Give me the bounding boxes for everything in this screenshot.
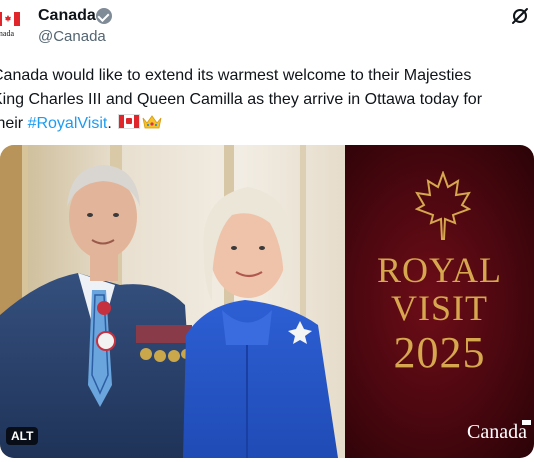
tweet-line-3-prefix: their [0,115,24,132]
grok-icon[interactable] [510,6,530,26]
alt-badge[interactable]: ALT [6,427,39,445]
tweet-line-3: their #RoyalVisit. [0,112,532,136]
avatar[interactable]: Canada [0,6,28,40]
canada-flag-emoji [117,114,140,129]
hashtag-link[interactable]: #RoyalVisit [28,115,108,132]
canada-wordmark: Canada [467,421,527,443]
verified-badge-icon [96,8,112,24]
wordmark-flag-icon [522,420,531,425]
canada-flag-icon [0,12,20,26]
tweet-line-1: Canada would like to extend its warmest … [0,67,472,84]
year-title: 2025 [393,328,486,377]
account-handle[interactable]: @Canada [38,28,106,45]
visit-title: VISIT [391,288,488,328]
tweet-line-2: King Charles III and Queen Camilla as th… [0,91,483,108]
media-image[interactable]: ROYAL VISIT 2025 Canada ALT [0,145,534,458]
royal-visit-panel: ROYAL VISIT 2025 Canada [345,145,534,458]
maple-leaf-icon [415,171,471,240]
tweet-text: Canada would like to extend its warmest … [0,64,532,136]
crown-emoji [142,115,162,129]
tweet-line-3-suffix: . [107,115,112,132]
royal-portrait-photo [0,145,345,458]
avatar-wordmark: Canada [0,29,14,38]
account-name[interactable]: Canada [38,7,96,25]
royal-title: ROYAL [376,250,502,290]
